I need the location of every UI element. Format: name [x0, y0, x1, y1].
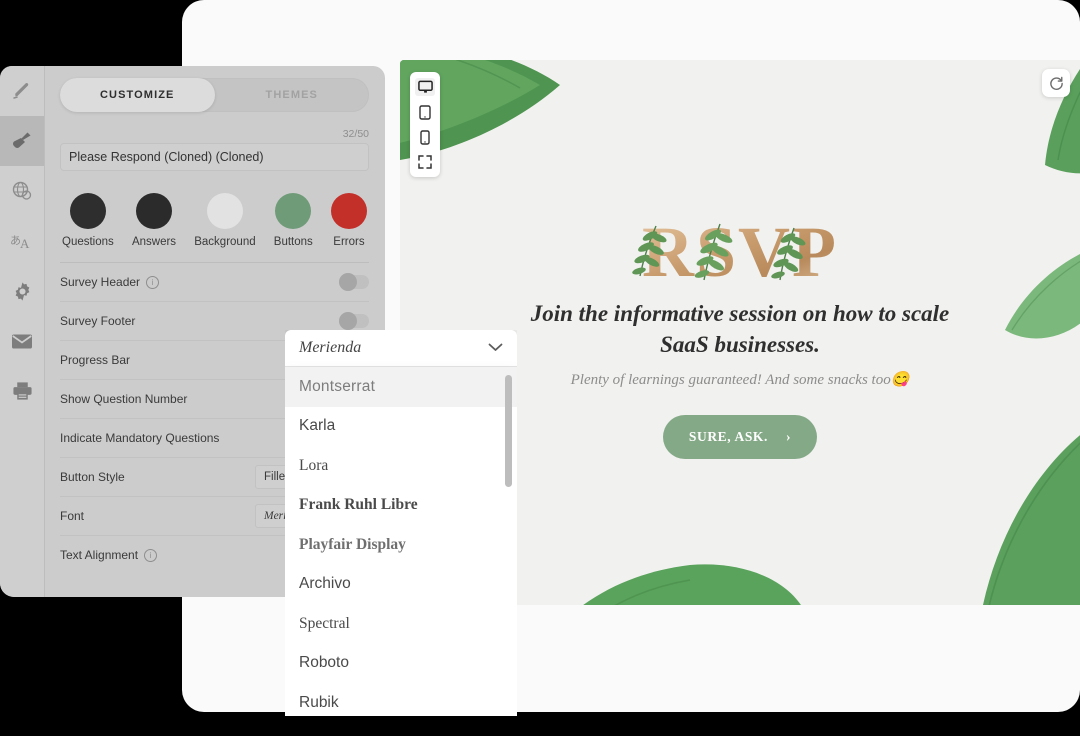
info-icon[interactable]: i [146, 275, 160, 289]
color-swatch-questions[interactable]: Questions [62, 193, 114, 248]
font-option-rubik[interactable]: Rubik [285, 683, 517, 716]
row-label-text: Font [60, 509, 85, 523]
color-swatch-label: Background [194, 236, 256, 248]
tab-themes[interactable]: THEMES [215, 78, 370, 112]
rsvp-logo-text: RSVP [620, 216, 860, 288]
font-dropdown-clip: Merienda Montserrat Karla Lora Frank Ruh… [285, 330, 517, 716]
color-swatch-label: Buttons [273, 236, 313, 248]
preview-headline: Join the informative session on how to s… [530, 301, 950, 357]
translate-icon: あA [10, 234, 30, 251]
row-label-text: Progress Bar [60, 353, 131, 367]
color-swatch-buttons[interactable]: Buttons [274, 193, 313, 248]
info-icon[interactable]: i [144, 548, 158, 562]
font-option-roboto[interactable]: Roboto [285, 644, 517, 684]
row-label: Show Question Number [60, 392, 187, 406]
survey-footer-toggle[interactable] [339, 312, 369, 330]
sidebar-item-paint-brush[interactable] [0, 116, 44, 166]
sidebar-item-edit-pencil[interactable] [0, 66, 44, 116]
svg-text:A: A [20, 236, 30, 251]
color-swatch-answers[interactable]: Answers [132, 193, 176, 248]
color-swatch-errors[interactable]: Errors [330, 193, 367, 248]
row-label-text: Button Style [60, 470, 125, 484]
font-option-archivo[interactable]: Archivo [285, 565, 517, 605]
row-label: Font [60, 509, 84, 523]
mobile-icon[interactable] [415, 128, 435, 146]
font-list-scrollbar-thumb[interactable] [505, 375, 512, 487]
survey-title-input[interactable]: Please Respond (Cloned) (Cloned) [60, 143, 369, 171]
chevron-down-icon[interactable] [488, 339, 503, 357]
font-dropdown-value: Merienda [299, 339, 362, 356]
color-dot [330, 193, 367, 229]
font-dropdown: Merienda Montserrat Karla Lora Frank Ruh… [285, 330, 517, 716]
color-swatch-label: Questions [62, 236, 114, 248]
survey-title-value: Please Respond (Cloned) (Cloned) [69, 150, 264, 164]
font-dropdown-trigger[interactable]: Merienda [285, 330, 517, 367]
color-dot [206, 193, 243, 229]
row-label: Survey Footer [60, 314, 135, 328]
sidebar-item-translate[interactable]: あA [0, 216, 44, 266]
row-label-text: Show Question Number [60, 392, 188, 406]
font-option-playfair-display[interactable]: Playfair Display [285, 525, 517, 565]
color-dot [69, 193, 106, 229]
row-label: Survey Header i [60, 275, 160, 289]
rsvp-logo: RSVP [620, 216, 860, 288]
row-label: Progress Bar [60, 353, 130, 367]
color-swatch-label: Answers [131, 236, 177, 248]
tab-customize[interactable]: CUSTOMIZE [60, 78, 215, 112]
tool-rail: あA [0, 66, 45, 597]
envelope-icon [12, 334, 32, 348]
row-survey-header: Survey Header i [60, 262, 369, 301]
sidebar-item-envelope[interactable] [0, 316, 44, 366]
row-label: Indicate Mandatory Questions [60, 431, 219, 445]
edit-pencil-icon [13, 83, 29, 99]
cta-button-label: SURE, ASK. [688, 429, 769, 444]
row-label-text: Survey Header [60, 275, 141, 289]
gear-icon [15, 281, 29, 301]
survey-header-toggle[interactable] [339, 273, 369, 291]
font-list-scrollbar[interactable] [505, 375, 512, 716]
color-dot [136, 193, 172, 229]
row-label-text: Indicate Mandatory Questions [60, 431, 220, 445]
cta-button[interactable]: SURE, ASK. › [662, 415, 818, 459]
color-swatch-label: Errors [333, 236, 365, 248]
font-option-frank-ruhl-libre[interactable]: Frank Ruhl Libre [285, 486, 517, 526]
font-option-lora[interactable]: Lora [285, 446, 517, 486]
font-option-spectral[interactable]: Spectral [285, 604, 517, 644]
app-stage: RSVP Join the informative session on how… [0, 0, 1080, 736]
paint-brush-icon [12, 132, 31, 149]
row-label-text: Text Alignment [60, 548, 139, 562]
row-label-text: Survey Footer [60, 314, 136, 328]
globe-icon [12, 181, 32, 200]
panel-tabs: CUSTOMIZE THEMES [60, 78, 369, 112]
sidebar-item-printer[interactable] [0, 366, 44, 416]
fullscreen-icon[interactable] [415, 153, 435, 171]
refresh-icon[interactable] [1042, 69, 1070, 97]
color-swatch-group: Questions Answers Background Buttons Err… [62, 193, 367, 248]
chevron-right-icon: › [786, 429, 792, 444]
font-option-montserrat[interactable]: Montserrat [285, 367, 517, 407]
font-option-karla[interactable]: Karla [285, 407, 517, 447]
preview-subline: Plenty of learnings guaranteed! And some… [570, 372, 910, 388]
font-option-list[interactable]: Montserrat Karla Lora Frank Ruhl Libre P… [285, 367, 517, 716]
row-label: Button Style [60, 470, 125, 484]
title-char-counter: 32/50 [342, 128, 369, 140]
device-preview-switcher[interactable] [410, 72, 440, 177]
color-dot [275, 193, 312, 229]
color-swatch-background[interactable]: Background [194, 193, 256, 248]
desktop-icon[interactable] [415, 78, 435, 96]
printer-icon [12, 382, 32, 400]
tablet-icon[interactable] [415, 103, 435, 121]
sidebar-item-globe[interactable] [0, 166, 44, 216]
row-label: Text Alignment i [60, 548, 158, 562]
sidebar-item-gear[interactable] [0, 266, 44, 316]
